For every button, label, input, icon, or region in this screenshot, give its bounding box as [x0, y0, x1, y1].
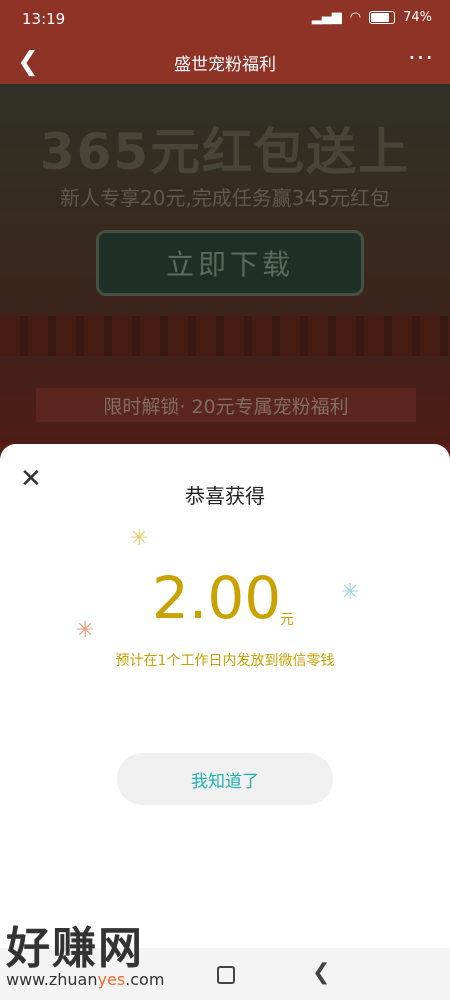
recents-icon[interactable] — [217, 966, 235, 984]
status-icons: ▂▄▆ ◠ 74% — [312, 10, 432, 25]
status-bar: 13:19 ▂▄▆ ◠ 74% — [0, 0, 450, 40]
top-bar: ❮ 盛世宠粉福利 ··· — [0, 40, 450, 84]
back-nav-icon[interactable]: ❮ — [312, 960, 330, 985]
confirm-button[interactable]: 我知道了 — [117, 753, 333, 805]
watermark-url: www.zhuanyes.com — [6, 970, 165, 989]
watermark-main: 好赚网 — [6, 923, 144, 974]
promo-banner: 365元红包送上 新人专享20元,完成任务赢345元红包 立即下载 限时解锁· … — [0, 84, 450, 444]
sparkle-icon: ✳ — [130, 526, 149, 551]
reward-unit: 元 — [280, 612, 294, 628]
battery-level: 74% — [403, 10, 432, 25]
signal-icon: ▂▄▆ — [311, 10, 342, 25]
dialog-title: 恭喜获得 — [185, 484, 265, 508]
sparkle-icon: ✳ — [341, 580, 360, 605]
reward-note: 预计在1个工作日内发放到微信零钱 — [115, 653, 335, 669]
more-dots-icon[interactable]: ··· — [408, 44, 434, 72]
page-title: 盛世宠粉福利 — [174, 55, 276, 75]
wifi-icon: ◠ — [349, 10, 362, 25]
sparkle-icon: ✳ — [76, 618, 95, 643]
watermark: 好赚网 www.zhuanyes.com — [6, 912, 206, 992]
status-time: 13:19 — [22, 10, 66, 28]
battery-icon — [369, 11, 396, 24]
reward-amount: 2.00 — [152, 564, 282, 632]
dim-overlay[interactable] — [0, 84, 450, 444]
